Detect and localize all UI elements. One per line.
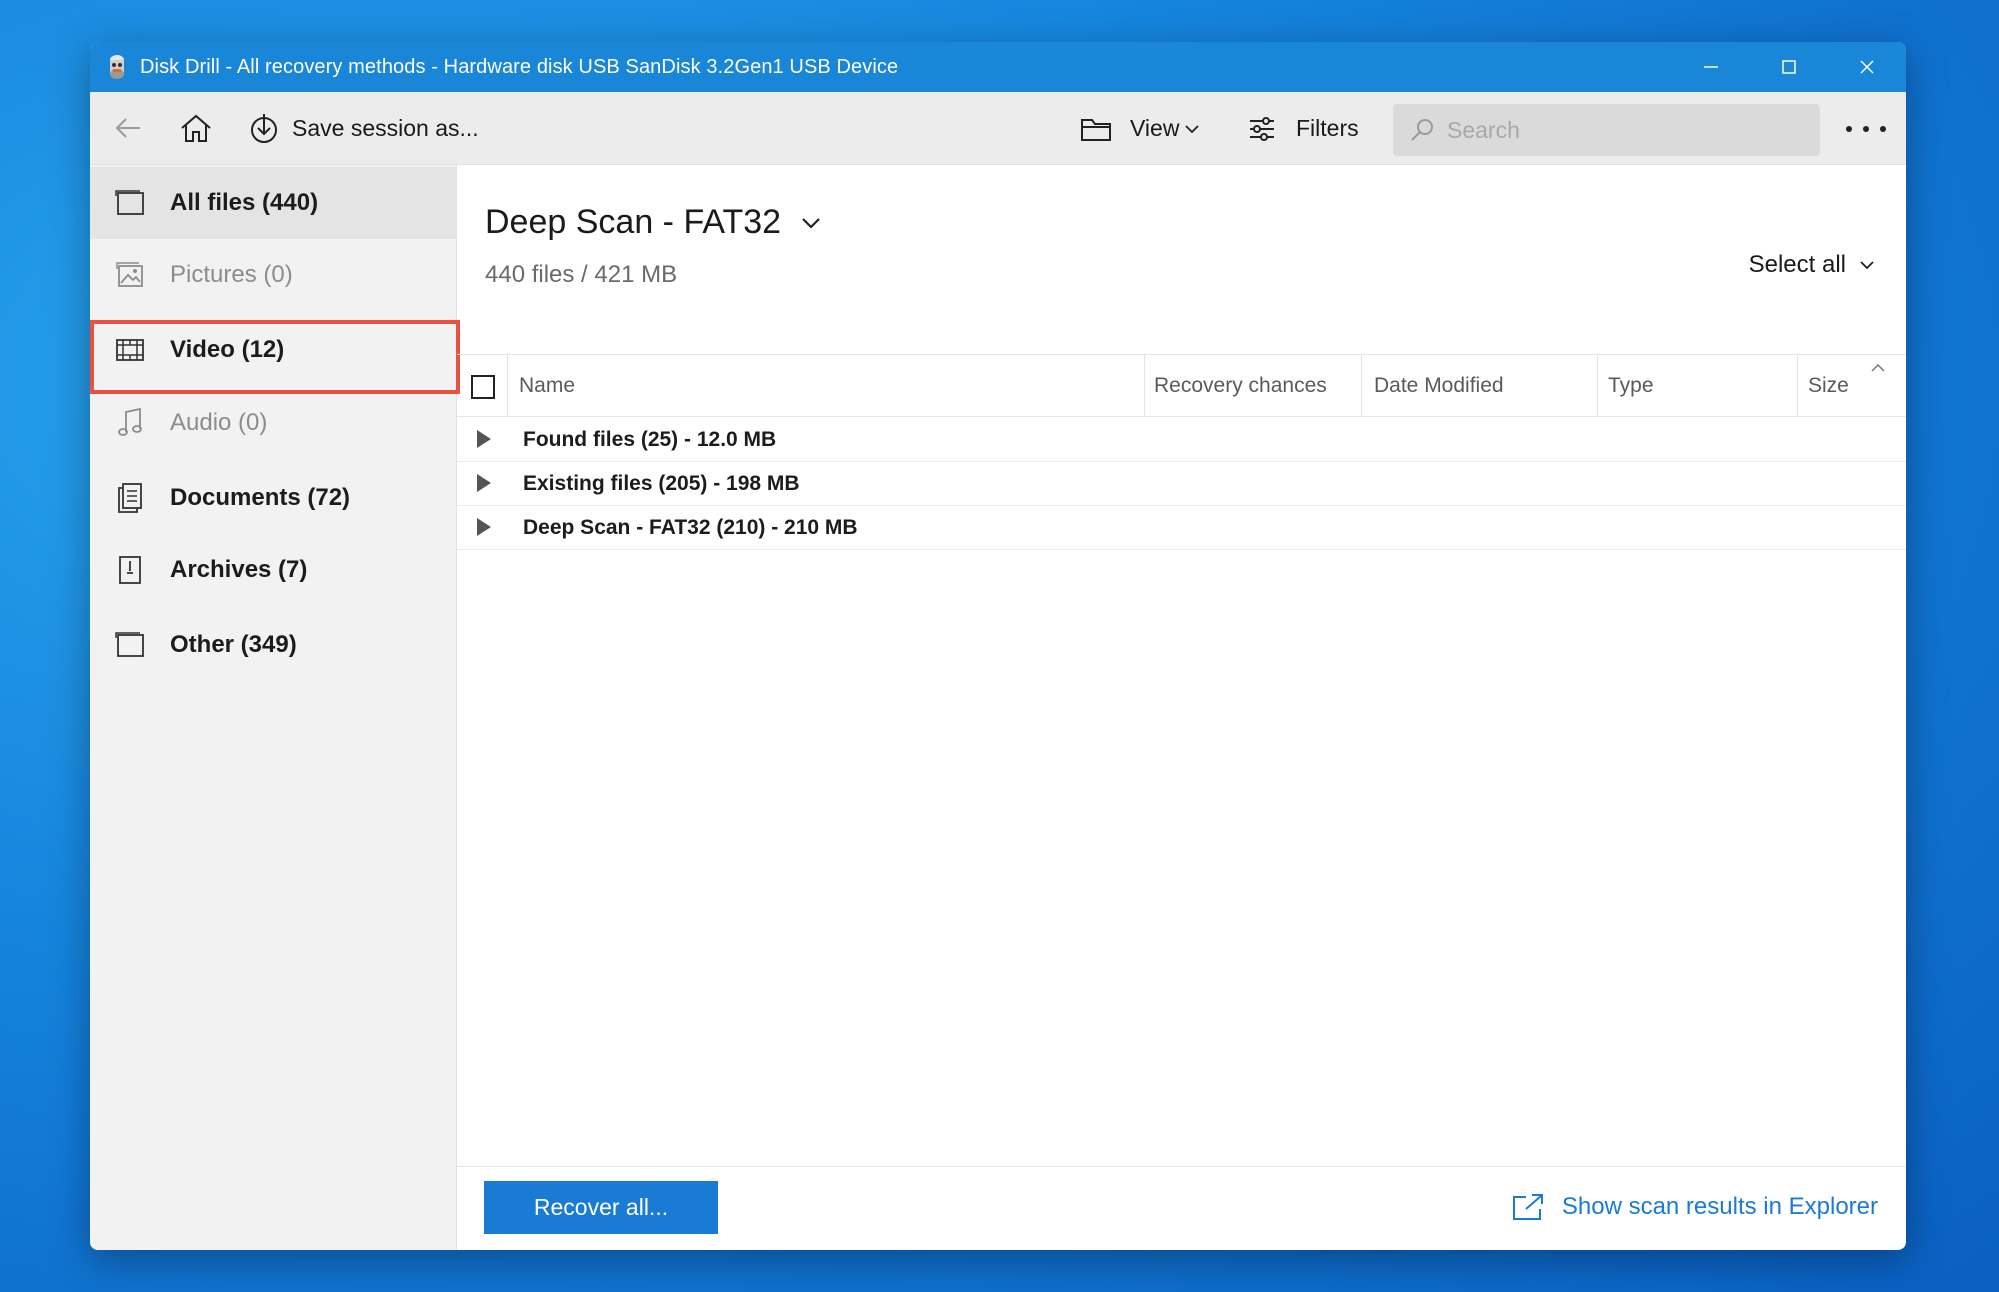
column-divider [1144,355,1145,416]
select-all-checkbox[interactable] [471,375,495,399]
sidebar-item-label: Pictures (0) [170,261,293,288]
chevron-down-icon [802,217,820,229]
filters-label: Filters [1296,115,1359,141]
other-files-icon [114,629,146,661]
title-bar: Disk Drill - All recovery methods - Hard… [90,42,1906,92]
picture-icon [114,259,146,291]
row-label: Deep Scan - FAT32 (210) - 210 MB [523,515,858,539]
all-files-icon [114,187,146,219]
table-row[interactable]: Found files (25) - 12.0 MB [457,418,1906,462]
chevron-down-icon [1185,124,1200,133]
more-dots-icon [1863,126,1869,132]
select-all-dropdown[interactable]: Select all [1749,251,1874,279]
filters-icon [1250,116,1274,141]
filters-button[interactable]: Filters [1248,92,1359,165]
minimize-icon [1704,66,1718,68]
maximize-button[interactable] [1750,42,1828,92]
row-label: Existing files (205) - 198 MB [523,471,800,495]
archive-icon [114,554,146,586]
search-icon [1411,119,1433,141]
chevron-down-icon [1860,261,1874,270]
sidebar-item-audio[interactable]: Audio (0) [90,387,457,459]
column-header-size[interactable]: Size [1808,355,1849,416]
select-all-label: Select all [1748,251,1846,278]
scan-title: Deep Scan - FAT32 [485,203,782,241]
external-link-icon [1512,1194,1543,1220]
close-button[interactable] [1828,42,1906,92]
recover-all-button[interactable]: Recover all... [484,1181,718,1234]
sidebar-item-label: Other (349) [170,631,297,658]
table-header: Name Recovery chances Date Modified Type… [457,354,1906,417]
toolbar: Save session as... View Filters [90,92,1906,165]
film-icon [114,334,146,366]
toolbar-right: View Filters [90,92,1906,165]
row-label: Found files (25) - 12.0 MB [523,427,777,451]
column-divider [1361,355,1362,416]
expand-arrow-icon[interactable] [477,518,491,536]
sidebar-item-label: Video (12) [170,336,285,363]
scan-summary: 440 files / 421 MB [485,261,678,288]
scan-title-dropdown[interactable]: Deep Scan - FAT32 [485,203,821,242]
disk-drill-logo-icon [110,55,124,79]
sidebar-item-video[interactable]: Video (12) [90,314,457,386]
music-note-icon [114,407,146,439]
sidebar-item-other[interactable]: Other (349) [90,609,457,681]
window-controls [1672,42,1906,92]
sidebar-item-pictures[interactable]: Pictures (0) [90,239,457,311]
column-header-recovery-chances[interactable]: Recovery chances [1154,355,1327,416]
window-title: Disk Drill - All recovery methods - Hard… [140,55,899,78]
sort-ascending-icon [1871,363,1885,372]
sidebar-item-label: All files (440) [170,189,319,216]
show-in-explorer-link[interactable]: Show scan results in Explorer [1512,1193,1878,1221]
sidebar-item-documents[interactable]: Documents (72) [90,462,457,534]
close-icon [1860,60,1874,74]
column-header-name[interactable]: Name [519,355,575,416]
expand-arrow-icon[interactable] [477,430,491,448]
more-dots-icon [1846,126,1852,132]
explorer-link-label: Show scan results in Explorer [1561,1193,1878,1220]
table-row[interactable]: Existing files (205) - 198 MB [457,462,1906,506]
app-window: Disk Drill - All recovery methods - Hard… [90,42,1906,1250]
column-header-type[interactable]: Type [1608,355,1654,416]
column-divider [1597,355,1598,416]
folder-icon [1081,118,1111,141]
maximize-icon [1782,60,1796,74]
sidebar-item-all-files[interactable]: All files (440) [90,167,457,239]
expand-arrow-icon[interactable] [477,474,491,492]
minimize-button[interactable] [1672,42,1750,92]
sidebar-item-label: Documents (72) [170,484,351,511]
view-button[interactable]: View [1080,92,1200,165]
column-divider [1797,355,1798,416]
column-header-date-modified[interactable]: Date Modified [1374,355,1504,416]
more-options-button[interactable] [1846,116,1886,142]
sidebar-item-label: Archives (7) [170,556,308,583]
sidebar-item-archives[interactable]: Archives (7) [90,534,457,606]
footer-bar: Recover all... Show scan results in Expl… [457,1166,1906,1250]
view-label: View [1130,115,1180,141]
more-dots-icon [1880,126,1886,132]
column-divider [507,355,508,416]
documents-icon [114,482,146,514]
table-row[interactable]: Deep Scan - FAT32 (210) - 210 MB [457,506,1906,550]
sidebar-item-label: Audio (0) [170,409,268,436]
search-input[interactable] [1447,116,1787,144]
main-panel: Deep Scan - FAT32 440 files / 421 MB Sel… [457,165,1906,1250]
category-sidebar: All files (440) Pictures (0) Video (12) … [90,165,460,1250]
search-box[interactable] [1393,104,1820,156]
